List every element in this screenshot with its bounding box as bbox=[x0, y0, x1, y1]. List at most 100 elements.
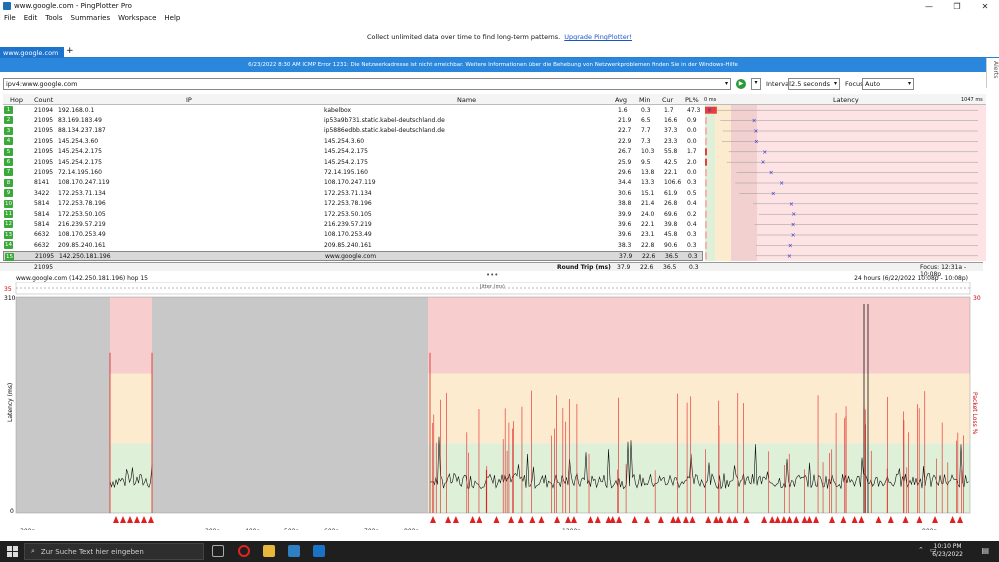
opera-icon[interactable] bbox=[238, 545, 250, 557]
packet-loss-marker bbox=[127, 516, 133, 523]
table-row[interactable]: 13 6632 108.170.253.49 108.170.253.49 39.6 23… bbox=[3, 230, 703, 240]
hop-ip: 88.134.237.187 bbox=[58, 127, 106, 135]
col-pl[interactable]: PL% bbox=[685, 96, 699, 104]
table-row[interactable]: 1 21094 192.168.0.1 kabelbox 1.6 0.3 1.7 47.3 bbox=[3, 105, 703, 115]
task-view-icon[interactable] bbox=[212, 545, 224, 557]
table-row[interactable]: 8 8141 108.170.247.119 108.170.247.119 34.4 1… bbox=[3, 178, 703, 188]
pingplotter-taskbar-icon[interactable] bbox=[288, 545, 300, 557]
col-name[interactable]: Name bbox=[457, 96, 476, 104]
hop-loss-bar bbox=[705, 169, 707, 177]
menu-edit[interactable]: Edit bbox=[24, 14, 38, 22]
table-row[interactable]: 3 21095 88.134.237.187 ip5886edbb.static.ka… bbox=[3, 126, 703, 136]
outlook-icon[interactable] bbox=[313, 545, 325, 557]
play-icon[interactable]: ▶ bbox=[736, 79, 746, 89]
hop-avg: 34.4 bbox=[618, 179, 632, 187]
hop-loss-bar bbox=[705, 117, 707, 125]
file-explorer-icon[interactable] bbox=[263, 545, 275, 557]
timeline-graph: www.google.com (142.250.181.196) hop 15 … bbox=[0, 275, 986, 530]
hop-min: 24.0 bbox=[641, 210, 655, 218]
table-row[interactable]: 10 5814 172.253.78.196 172.253.78.196 38.8 21… bbox=[3, 199, 703, 209]
table-row[interactable]: 7 21095 72.14.195.160 72.14.195.160 29.6 13.8… bbox=[3, 167, 703, 177]
packet-loss-marker bbox=[780, 516, 787, 523]
hop-loss-bar bbox=[705, 221, 707, 229]
windows-start-icon[interactable] bbox=[7, 546, 18, 557]
hop-avg: 39.6 bbox=[618, 220, 632, 228]
maximize-button[interactable]: ❐ bbox=[943, 0, 971, 12]
packet-loss-marker bbox=[932, 516, 939, 523]
hop-loss-bar bbox=[705, 200, 707, 208]
col-hop[interactable]: Hop bbox=[10, 96, 23, 104]
hop-ip: 142.250.181.196 bbox=[59, 253, 111, 261]
table-row[interactable]: 5 21095 145.254.2.175 145.254.2.175 26.7 10.3… bbox=[3, 147, 703, 157]
hop-pl: 47.3 bbox=[687, 106, 701, 114]
menu-file[interactable]: File bbox=[4, 14, 16, 22]
col-avg[interactable]: Avg bbox=[615, 96, 627, 104]
taskbar-search[interactable]: ⌕ Zur Suche Text hier eingeben bbox=[24, 543, 204, 560]
hop-count: 21095 bbox=[34, 127, 54, 135]
hop-count: 21095 bbox=[35, 253, 55, 261]
menu-help[interactable]: Help bbox=[164, 14, 180, 22]
col-cur[interactable]: Cur bbox=[662, 96, 673, 104]
packet-loss-marker bbox=[717, 516, 724, 523]
hop-ip: 172.253.78.196 bbox=[58, 200, 106, 208]
chevron-up-icon[interactable]: ⌃ bbox=[918, 546, 924, 554]
packet-loss-marker bbox=[761, 516, 768, 523]
chevron-down-icon[interactable]: ▾ bbox=[725, 80, 728, 87]
tab-target[interactable]: www.google.com ✓ bbox=[0, 47, 70, 58]
table-row[interactable]: 11 5814 172.253.50.105 172.253.50.105 39.9 24… bbox=[3, 209, 703, 219]
add-tab-button[interactable]: + bbox=[66, 46, 74, 56]
hop-name: 172.253.71.134 bbox=[324, 189, 372, 197]
table-row[interactable]: 6 21095 145.254.2.175 145.254.2.175 25.9 9.5 4… bbox=[3, 157, 703, 167]
target-value: ipv4:www.google.com bbox=[6, 80, 78, 88]
system-clock[interactable]: 10:10 PM 6/23/2022 bbox=[932, 543, 963, 559]
table-row[interactable]: 9 3422 172.253.71.134 172.253.71.134 30.6 15.… bbox=[3, 188, 703, 198]
hop-avg-marker: × bbox=[769, 170, 774, 177]
col-min[interactable]: Min bbox=[639, 96, 651, 104]
timeline-chart[interactable]: 35 Jitter (ms) 310 0 30 Latency (ms) Packet Lo… bbox=[0, 282, 986, 530]
packet-loss-marker bbox=[517, 516, 524, 523]
notification-icon[interactable]: ▤ bbox=[981, 546, 989, 555]
col-ip[interactable]: IP bbox=[186, 96, 192, 104]
menu-summaries[interactable]: Summaries bbox=[71, 14, 111, 22]
col-count[interactable]: Count bbox=[34, 96, 53, 104]
packet-loss-marker bbox=[875, 516, 882, 523]
x-tick-label: 800a bbox=[404, 528, 419, 530]
graph-band-warn bbox=[110, 373, 152, 444]
menu-bar: File Edit Tools Summaries Workspace Help bbox=[0, 12, 999, 23]
chevron-down-icon[interactable]: ▾ bbox=[751, 78, 761, 90]
target-input[interactable]: ipv4:www.google.com ▾ bbox=[3, 78, 731, 90]
window-title: www.google.com - PingPlotter Pro bbox=[14, 2, 132, 10]
hop-min: 10.3 bbox=[641, 148, 655, 156]
menu-tools[interactable]: Tools bbox=[45, 14, 62, 22]
pingplotter-app-icon bbox=[3, 2, 11, 10]
hop-pl: 0.0 bbox=[687, 168, 697, 176]
table-row[interactable]: 12 5814 216.239.57.219 216.239.57.219 39.6 22… bbox=[3, 219, 703, 229]
hop-pl: 0.3 bbox=[687, 231, 697, 239]
packet-loss-marker bbox=[609, 516, 616, 523]
alerts-panel-tab[interactable]: Alerts bbox=[986, 58, 999, 88]
table-row[interactable]: 14 6632 209.85.240.161 209.85.240.161 38.3 22… bbox=[3, 240, 703, 250]
promo-text: Collect unlimited data over time to find… bbox=[366, 33, 561, 41]
upgrade-link[interactable]: Upgrade PingPlotter! bbox=[564, 33, 632, 41]
hop-cur: 45.8 bbox=[664, 231, 678, 239]
hop-ip: 72.14.195.160 bbox=[58, 168, 102, 176]
menu-workspace[interactable]: Workspace bbox=[118, 14, 156, 22]
minimize-button[interactable]: — bbox=[915, 0, 943, 12]
hop-count: 3422 bbox=[34, 189, 50, 197]
interval-select[interactable]: 2.5 seconds ▾ bbox=[788, 78, 840, 90]
focus-select[interactable]: Auto ▾ bbox=[862, 78, 914, 90]
y-axis-label: Latency (ms) bbox=[7, 383, 14, 422]
packet-loss-marker bbox=[570, 516, 577, 523]
hop-min: 13.8 bbox=[641, 168, 655, 176]
hop-min: 21.4 bbox=[641, 200, 655, 208]
table-row[interactable]: 15 21095 142.250.181.196 www.google.com 37.9… bbox=[3, 250, 703, 261]
packet-loss-marker bbox=[594, 516, 601, 523]
table-row[interactable]: 4 21095 145.254.3.60 145.254.3.60 22.9 7.3 23.… bbox=[3, 136, 703, 146]
table-row[interactable]: 2 21095 83.169.183.49 ip53a9b731.static.kab… bbox=[3, 115, 703, 125]
hop-cur: 106.6 bbox=[664, 179, 682, 187]
hop-cur: 42.5 bbox=[664, 158, 678, 166]
close-button[interactable]: ✕ bbox=[971, 0, 999, 12]
y-axis-max: 310 bbox=[4, 295, 16, 302]
hop-number: 6 bbox=[4, 158, 13, 166]
graph-band-bad bbox=[110, 297, 152, 374]
